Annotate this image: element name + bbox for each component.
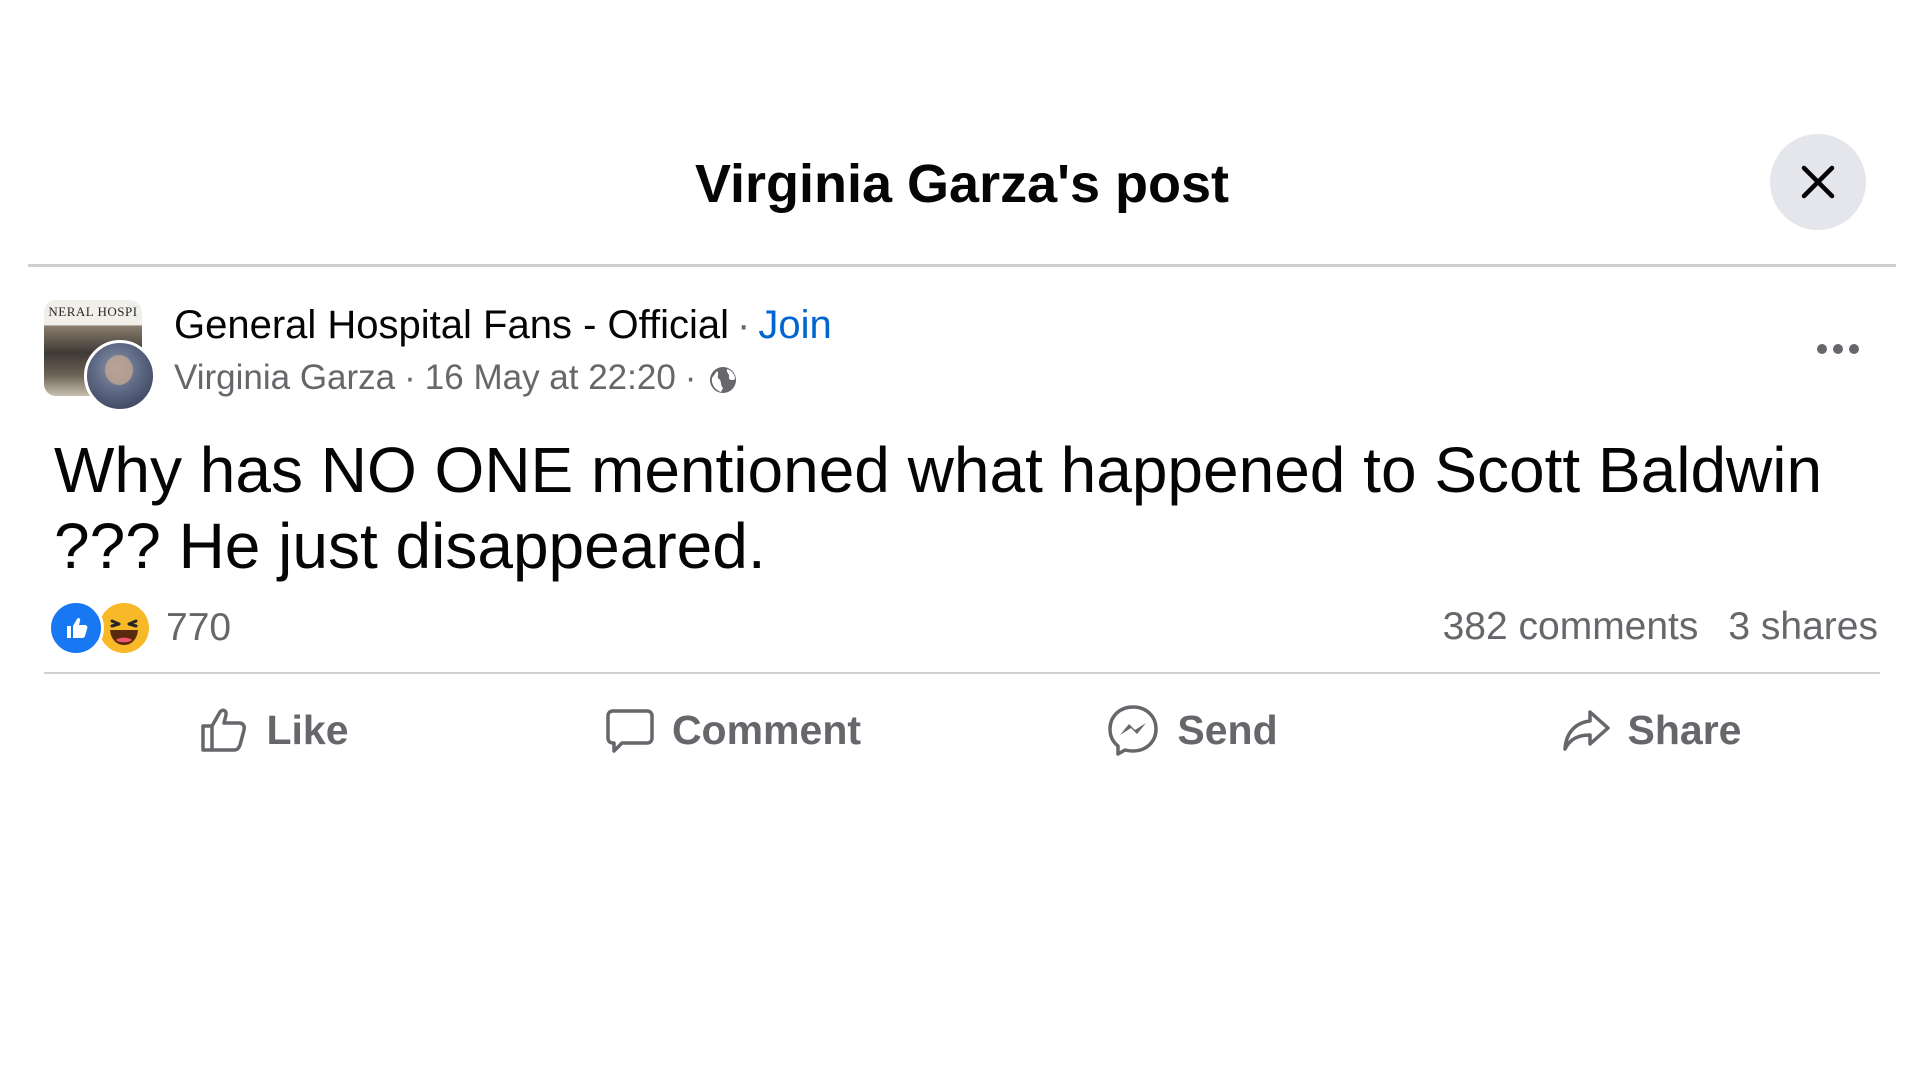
more-horizontal-icon-dot: [1849, 344, 1859, 354]
shares-count-link[interactable]: 3 shares: [1728, 605, 1878, 648]
reaction-summary[interactable]: 770: [48, 600, 231, 656]
haha-reaction-icon: [96, 600, 152, 656]
share-label: Share: [1627, 706, 1742, 753]
comment-icon: [606, 709, 654, 753]
separator-dot: ·: [737, 303, 751, 347]
author-avatar[interactable]: [84, 340, 156, 412]
post-header: NERAL HOSPI General Hospital Fans - Offi…: [44, 296, 1884, 412]
comment-button[interactable]: Comment: [503, 690, 962, 770]
dialog-header: Virginia Garza's post: [28, 118, 1896, 267]
join-link[interactable]: Join: [758, 303, 831, 347]
more-horizontal-icon-dot: [1833, 344, 1843, 354]
more-options-button[interactable]: [1802, 324, 1874, 374]
close-button[interactable]: [1770, 134, 1866, 230]
group-line: General Hospital Fans - Official · Join: [174, 300, 832, 350]
post-actions: Like Comment Send Share: [44, 690, 1880, 770]
group-name-link[interactable]: General Hospital Fans - Official: [174, 303, 729, 347]
comments-count-link[interactable]: 382 comments: [1443, 605, 1699, 648]
divider: [44, 672, 1880, 674]
post-dialog: Virginia Garza's post NERAL HOSPI Genera…: [0, 0, 1920, 1080]
send-label: Send: [1177, 706, 1278, 753]
like-reaction-icon: [48, 600, 104, 656]
close-icon: [1801, 165, 1835, 199]
globe-icon[interactable]: [707, 364, 739, 396]
more-horizontal-icon: [1817, 344, 1827, 354]
comment-label: Comment: [671, 706, 862, 753]
dialog-title: Virginia Garza's post: [694, 154, 1229, 214]
separator-dot: ·: [404, 358, 416, 397]
like-icon: [201, 708, 247, 752]
engagement-stats: 382 comments 3 shares: [1443, 602, 1878, 652]
messenger-icon: [1108, 705, 1159, 756]
separator-dot: ·: [684, 358, 697, 397]
reaction-count: 770: [166, 606, 232, 649]
share-icon: [1562, 710, 1610, 751]
like-label: Like: [266, 706, 349, 753]
like-button[interactable]: Like: [44, 690, 503, 770]
share-button[interactable]: Share: [1421, 690, 1880, 770]
send-button[interactable]: Send: [962, 690, 1421, 770]
post-timestamp[interactable]: 16 May at 22:20: [425, 356, 676, 400]
group-avatar-banner: NERAL HOSPI: [48, 304, 138, 319]
post-meta: Virginia Garza · 16 May at 22:20 ·: [174, 356, 739, 400]
author-name-link[interactable]: Virginia Garza: [174, 356, 395, 400]
post-body-text: Why has NO ONE mentioned what happened t…: [54, 434, 1823, 582]
